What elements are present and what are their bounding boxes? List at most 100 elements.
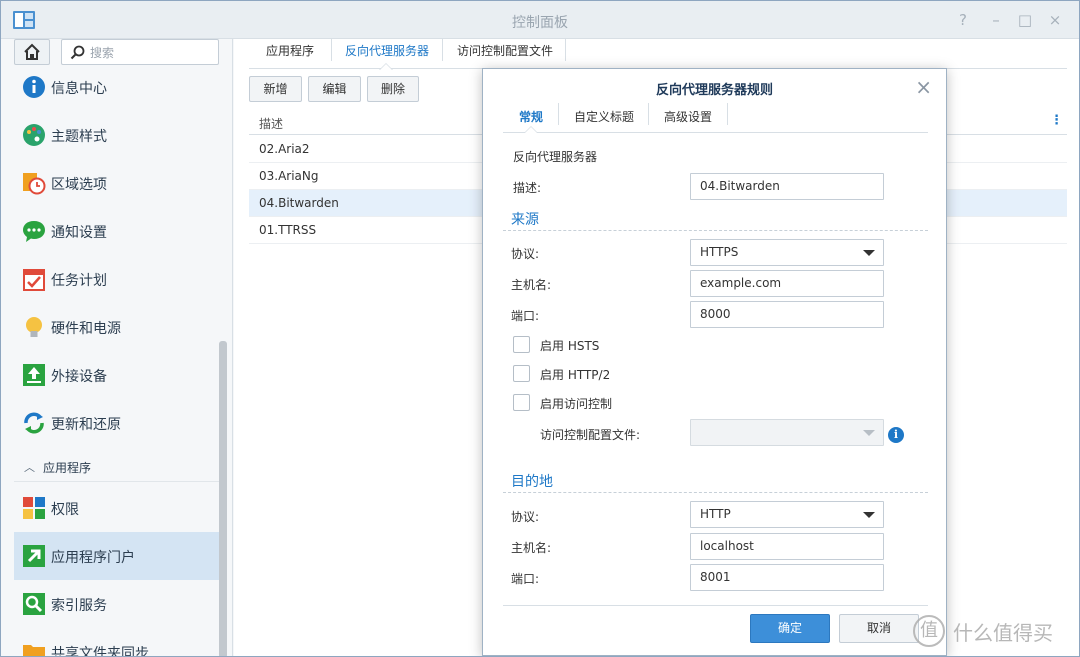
chevron-down-icon bbox=[863, 512, 875, 518]
sidebar-item-folder-sync[interactable]: 共享文件夹同步 bbox=[14, 628, 219, 657]
tab-applications[interactable]: 应用程序 bbox=[266, 39, 314, 69]
sidebar-item-hardware-power[interactable]: 硬件和电源 bbox=[14, 303, 219, 351]
sidebar-item-label: 共享文件夹同步 bbox=[51, 646, 149, 657]
table-cell-description: 03.AriaNg bbox=[259, 169, 319, 183]
lightbulb-icon bbox=[26, 317, 42, 337]
column-menu-icon[interactable]: ⋮ bbox=[1050, 113, 1063, 128]
info-icon bbox=[23, 76, 45, 98]
tab-separator bbox=[442, 39, 443, 61]
sidebar-item-app-portal[interactable]: 应用程序门户 bbox=[14, 532, 219, 580]
sidebar-item-label: 更新和还原 bbox=[51, 417, 121, 433]
access-control-label[interactable]: 启用访问控制 bbox=[540, 395, 612, 412]
search-input[interactable]: 搜索 bbox=[61, 39, 219, 65]
sidebar-item-label: 应用程序门户 bbox=[51, 550, 135, 566]
control-panel-window: 控制面板 ? – □ × 搜索 信息中心 主题样式 区域选项 通知设置 任务计划… bbox=[0, 0, 1080, 657]
refresh-icon bbox=[24, 412, 44, 434]
help-button[interactable]: ? bbox=[953, 10, 973, 30]
sidebar-item-update-restore[interactable]: 更新和还原 bbox=[14, 399, 219, 447]
tab-custom-header[interactable]: 自定义标题 bbox=[574, 108, 634, 125]
section-divider bbox=[503, 230, 928, 231]
sidebar-item-label: 任务计划 bbox=[51, 273, 107, 289]
sidebar-item-label: 信息中心 bbox=[51, 81, 107, 97]
tab-separator bbox=[648, 103, 649, 125]
close-window-button[interactable]: × bbox=[1045, 10, 1065, 30]
search-index-icon bbox=[23, 593, 45, 615]
tab-separator bbox=[331, 39, 332, 61]
dialog-footer-divider bbox=[503, 605, 928, 606]
title-bar: 控制面板 ? – □ × bbox=[1, 1, 1079, 39]
sidebar-item-indexing[interactable]: 索引服务 bbox=[14, 580, 219, 628]
tab-separator bbox=[727, 103, 728, 125]
destination-port-field[interactable]: 8001 bbox=[690, 564, 884, 591]
palette-icon bbox=[23, 124, 45, 146]
destination-protocol-select[interactable]: HTTP bbox=[690, 501, 884, 528]
destination-port-label: 端口: bbox=[511, 572, 540, 586]
access-control-checkbox[interactable] bbox=[513, 394, 530, 411]
folder-sync-icon bbox=[23, 645, 45, 656]
watermark-text: 什么值得买 bbox=[953, 621, 1053, 645]
home-icon bbox=[24, 43, 40, 60]
ok-button[interactable]: 确定 bbox=[750, 614, 830, 643]
sidebar-item-permissions[interactable]: 权限 bbox=[14, 484, 219, 532]
http2-label[interactable]: 启用 HTTP/2 bbox=[540, 366, 610, 383]
description-field[interactable]: 04.Bitwarden bbox=[690, 173, 884, 200]
sidebar-item-label: 主题样式 bbox=[51, 129, 107, 145]
sidebar-section-applications[interactable]: ︿ 应用程序 bbox=[14, 452, 219, 482]
info-icon[interactable]: i bbox=[888, 427, 904, 443]
tab-access-control-profile[interactable]: 访问控制配置文件 bbox=[457, 39, 553, 69]
sidebar-item-region[interactable]: 区域选项 bbox=[14, 159, 219, 207]
region-clock-icon bbox=[23, 173, 46, 195]
sidebar-item-info-center[interactable]: 信息中心 bbox=[14, 63, 219, 111]
window-title: 控制面板 bbox=[512, 15, 568, 31]
column-header-description[interactable]: 描述 bbox=[259, 115, 283, 132]
description-label: 描述: bbox=[513, 181, 542, 195]
active-tab-indicator bbox=[379, 63, 393, 70]
sidebar-item-label: 通知设置 bbox=[51, 225, 107, 241]
sidebar-item-notification[interactable]: 通知设置 bbox=[14, 207, 219, 255]
hsts-checkbox[interactable] bbox=[513, 336, 530, 353]
chevron-down-icon bbox=[863, 430, 875, 436]
group-label: 反向代理服务器 bbox=[513, 150, 598, 164]
table-cell-description: 02.Aria2 bbox=[259, 142, 310, 156]
tab-separator bbox=[565, 39, 566, 61]
sidebar-item-label: 区域选项 bbox=[51, 177, 107, 193]
delete-button[interactable]: 删除 bbox=[367, 76, 419, 102]
tab-advanced[interactable]: 高级设置 bbox=[664, 108, 712, 125]
edit-button[interactable]: 编辑 bbox=[308, 76, 361, 102]
destination-hostname-field[interactable]: localhost bbox=[690, 533, 884, 560]
cancel-button[interactable]: 取消 bbox=[839, 614, 919, 643]
source-hostname-label: 主机名: bbox=[511, 278, 552, 292]
source-hostname-field[interactable]: example.com bbox=[690, 270, 884, 297]
table-cell-description: 04.Bitwarden bbox=[259, 196, 339, 210]
sidebar-item-theme[interactable]: 主题样式 bbox=[14, 111, 219, 159]
tab-general[interactable]: 常规 bbox=[519, 108, 543, 125]
source-port-label: 端口: bbox=[511, 309, 540, 323]
source-section-title: 来源 bbox=[511, 212, 539, 228]
minimize-button[interactable]: – bbox=[986, 10, 1006, 30]
main-tabs: 应用程序 反向代理服务器 访问控制配置文件 bbox=[249, 39, 1067, 70]
sidebar-item-label: 索引服务 bbox=[51, 598, 107, 614]
sidebar-item-label: 外接设备 bbox=[51, 369, 107, 385]
http2-checkbox[interactable] bbox=[513, 365, 530, 382]
sidebar-item-label: 硬件和电源 bbox=[51, 321, 121, 337]
sidebar: 搜索 信息中心 主题样式 区域选项 通知设置 任务计划 硬件和电源 外接设备 更… bbox=[1, 39, 233, 657]
sidebar-item-task-scheduler[interactable]: 任务计划 bbox=[14, 255, 219, 303]
active-tab-indicator bbox=[524, 126, 538, 133]
reverse-proxy-rule-dialog: 反向代理服务器规则 × 常规 自定义标题 高级设置 反向代理服务器 描述: 04… bbox=[482, 68, 947, 656]
watermark-logo: 值 bbox=[913, 615, 945, 647]
sidebar-scrollbar[interactable] bbox=[219, 341, 227, 656]
maximize-button[interactable]: □ bbox=[1015, 10, 1035, 30]
access-profile-label: 访问控制配置文件: bbox=[540, 428, 641, 442]
home-button[interactable] bbox=[14, 39, 50, 65]
close-icon[interactable]: × bbox=[915, 75, 932, 99]
chat-bubble-icon bbox=[23, 221, 45, 242]
sidebar-section-label: 应用程序 bbox=[43, 461, 92, 475]
source-protocol-select[interactable]: HTTPS bbox=[690, 239, 884, 266]
source-protocol-label: 协议: bbox=[511, 247, 540, 261]
add-button[interactable]: 新增 bbox=[249, 76, 302, 102]
table-cell-description: 01.TTRSS bbox=[259, 223, 317, 237]
source-port-field[interactable]: 8000 bbox=[690, 301, 884, 328]
search-icon bbox=[70, 45, 85, 60]
hsts-label[interactable]: 启用 HSTS bbox=[540, 337, 599, 354]
sidebar-item-external-devices[interactable]: 外接设备 bbox=[14, 351, 219, 399]
